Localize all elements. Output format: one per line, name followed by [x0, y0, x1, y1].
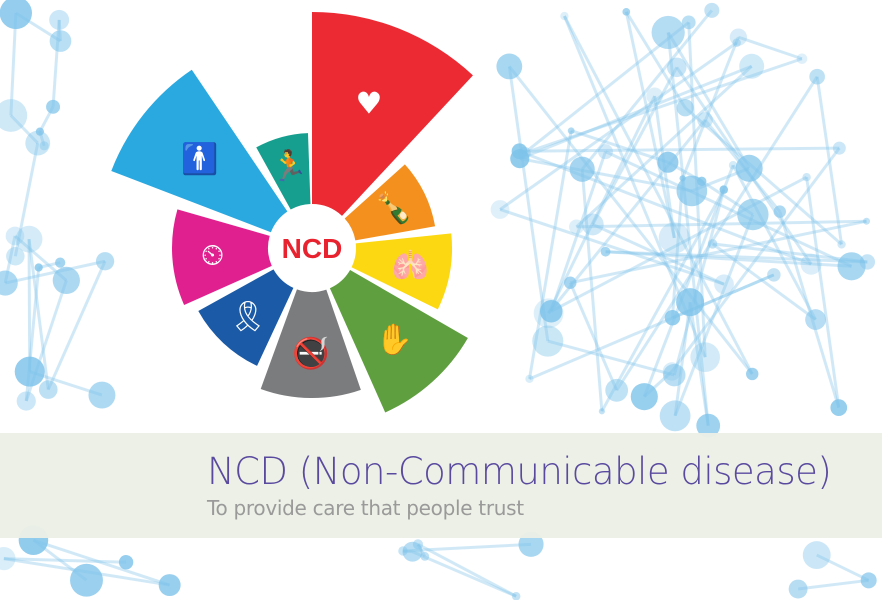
person-scale-icon: 🚹: [181, 141, 218, 177]
heart-in-hands-icon: ♥: [355, 86, 382, 121]
page-subtitle: To provide care that people trust: [207, 496, 524, 520]
blood-pressure-monitor-icon: ⏲: [201, 238, 224, 273]
active-person-icon: 🏃: [271, 148, 308, 184]
page-title: NCD (Non-Communicable disease): [207, 450, 832, 493]
ribbon-icon: 🎗: [229, 300, 267, 335]
no-smoking-icon: 🚭: [292, 335, 329, 371]
bottles-icon: 🍾: [375, 190, 412, 226]
wheel-center-label: NCD: [282, 233, 343, 264]
lungs-icon: 🫁: [391, 248, 428, 283]
raised-hand-icon: ✋: [376, 321, 413, 357]
